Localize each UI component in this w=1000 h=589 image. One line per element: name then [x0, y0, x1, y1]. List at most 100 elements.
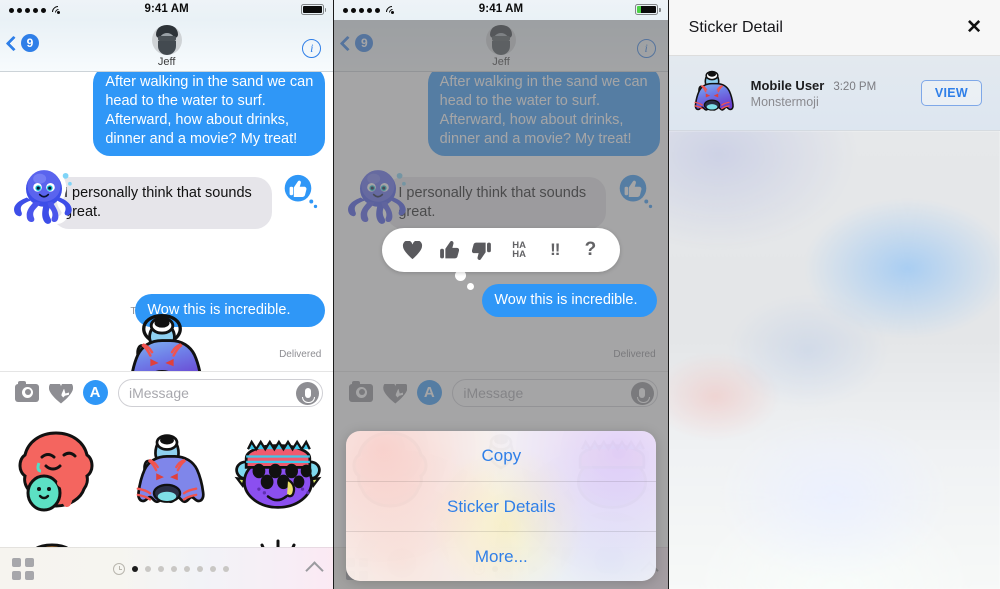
tapback-question-icon[interactable]: ?	[575, 235, 605, 265]
chevron-left-icon	[340, 35, 356, 51]
contact-header[interactable]: Jeff	[485, 25, 516, 68]
status-bar: 9:41 AM	[334, 0, 668, 21]
message-input-toolbar: A iMessage	[334, 371, 668, 413]
unread-badge: 9	[21, 34, 39, 52]
thumbs-up-reaction[interactable]	[277, 170, 319, 212]
blue-monster-sticker-thumbnail	[694, 70, 734, 111]
page-indicator	[113, 562, 230, 575]
thumbs-up-reaction[interactable]	[612, 170, 654, 212]
recents-icon[interactable]	[113, 562, 126, 575]
digital-touch-button[interactable]	[378, 376, 412, 410]
tapback-exclamation-icon[interactable]: !!	[540, 235, 570, 265]
action-sheet-item-copy[interactable]: Copy	[346, 431, 656, 481]
back-button[interactable]: 9	[340, 34, 374, 52]
camera-button[interactable]	[10, 376, 44, 410]
message-bubble-incoming[interactable]: I personally think that sounds great.	[52, 177, 272, 229]
octopus-sticker[interactable]	[342, 160, 414, 232]
app-store-icon: A	[423, 384, 435, 401]
focused-message-bubble[interactable]: Wow this is incredible.	[482, 284, 658, 317]
avatar	[151, 25, 182, 55]
microphone-button[interactable]	[630, 381, 654, 405]
page-dot[interactable]	[171, 565, 178, 572]
back-button[interactable]: 9	[5, 34, 39, 52]
octopus-sticker[interactable]	[8, 160, 80, 232]
contact-name: Jeff	[492, 56, 510, 68]
contact-header[interactable]: Jeff	[151, 25, 182, 68]
app-store-icon: A	[89, 384, 101, 401]
bubble-tail	[648, 140, 664, 156]
panel-sticker-detail: Sticker Detail ✕ Mobile User 3:20 PM Mon…	[668, 0, 1000, 589]
red-furry-monster-sticker	[18, 431, 94, 512]
info-button[interactable]: i	[302, 39, 322, 58]
status-bar-clock: 9:41 AM	[144, 3, 189, 15]
chevron-up-icon[interactable]	[305, 561, 325, 580]
action-sheet: Copy Sticker Details More...	[346, 431, 657, 581]
unread-badge: 9	[355, 34, 374, 52]
navigation-bar: 9 Jeff i	[0, 20, 334, 72]
sticker-item[interactable]	[222, 417, 333, 525]
conversation-area: After walking in the sand we can head to…	[0, 72, 334, 371]
sticker-pack-name: Monstermoji	[750, 94, 819, 109]
navigation-bar: 9 Jeff i	[334, 20, 668, 72]
message-input[interactable]: iMessage	[452, 378, 658, 407]
sticker-drawer	[0, 413, 334, 589]
tapback-thumbs-up-icon[interactable]	[433, 235, 463, 265]
message-bubble-outgoing[interactable]: After walking in the sand we can head to…	[93, 72, 326, 156]
page-dot[interactable]	[210, 565, 217, 572]
tapback-thumbs-down-icon[interactable]	[468, 235, 498, 265]
blurred-background	[668, 131, 1000, 589]
message-bubble-outgoing[interactable]: After walking in the sand we can head to…	[427, 72, 660, 156]
battery-indicator	[300, 4, 327, 15]
tapback-haha-icon[interactable]: HA HA	[504, 235, 534, 265]
info-button[interactable]: i	[636, 39, 656, 58]
action-sheet-item-more[interactable]: More...	[346, 531, 657, 581]
blue-monster-sticker-drawer	[136, 434, 205, 504]
tapback-heart-icon[interactable]	[397, 235, 427, 265]
chevron-left-icon	[5, 35, 22, 51]
app-store-button[interactable]: A	[78, 376, 112, 410]
page-dot[interactable]	[197, 565, 204, 572]
sticker-item[interactable]	[0, 417, 111, 525]
message-bubble-incoming[interactable]: I personally think that sounds great.	[386, 177, 607, 229]
panel-messages-with-sticker-drawer: 9:41 AM 9 Jeff i After walking in the sa…	[0, 0, 334, 589]
message-input[interactable]: iMessage	[118, 378, 324, 407]
page-dot[interactable]	[158, 565, 165, 572]
action-sheet-item-sticker-details[interactable]: Sticker Details	[346, 481, 657, 531]
bubble-tail	[313, 140, 329, 156]
contact-name: Jeff	[157, 56, 176, 68]
sticker-detail-header: Sticker Detail ✕	[668, 0, 1000, 56]
close-icon[interactable]: ✕	[966, 18, 982, 37]
delivery-status: Delivered	[279, 349, 322, 360]
delivery-status: Delivered	[613, 349, 656, 360]
camera-button[interactable]	[344, 376, 378, 410]
bubble-tail	[313, 323, 329, 339]
sticker-detail-row[interactable]: Mobile User 3:20 PM Monstermoji VIEW	[668, 56, 1000, 131]
sender-name: Mobile User	[750, 77, 825, 93]
page-dot[interactable]	[223, 565, 230, 572]
sticker-drawer-bottom-bar	[0, 547, 334, 589]
apps-grid-button[interactable]	[12, 557, 34, 580]
app-store-button[interactable]: A	[412, 376, 446, 410]
sent-time: 3:20 PM	[833, 80, 877, 93]
message-input-placeholder: iMessage	[463, 384, 524, 401]
digital-touch-button[interactable]	[44, 376, 78, 410]
sticker-item[interactable]	[111, 417, 222, 525]
bubble-tail	[644, 307, 660, 323]
avatar	[485, 25, 516, 55]
status-bar: 9:41 AM	[0, 0, 334, 21]
view-button[interactable]: VIEW	[920, 80, 982, 106]
three-panel-screenshot: 9:41 AM 9 Jeff i After walking in the sa…	[0, 0, 1000, 589]
microphone-button[interactable]	[296, 381, 320, 405]
page-dot[interactable]	[145, 565, 152, 572]
battery-indicator-charging	[635, 4, 661, 15]
sticker-detail-meta: Mobile User 3:20 PM Monstermoji	[751, 78, 921, 109]
status-bar-clock: 9:41 AM	[478, 3, 524, 15]
page-title: Sticker Detail	[688, 18, 783, 36]
tapback-menu: HA HA !! ?	[382, 228, 621, 272]
blue-monster-sticker[interactable]	[112, 304, 212, 371]
conversation-area: After walking in the sand we can head to…	[334, 72, 668, 371]
message-input-placeholder: iMessage	[129, 384, 189, 401]
page-dot[interactable]	[132, 565, 139, 572]
page-dot[interactable]	[184, 565, 191, 572]
panel-tapback-and-action-sheet: 9:41 AM 9 Jeff i After walking in the sa…	[334, 0, 668, 589]
